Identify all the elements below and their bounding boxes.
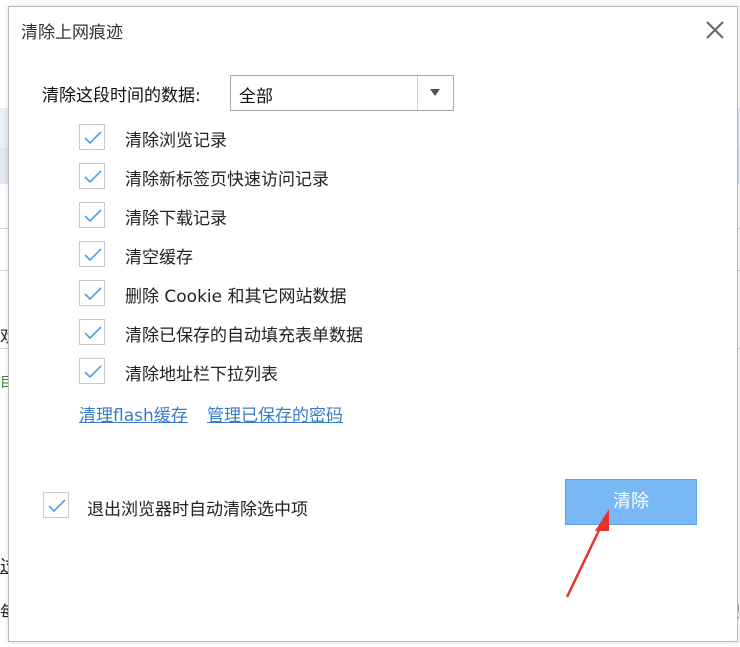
option-label: 清除新标签页快速访问记录 (125, 170, 329, 190)
option-label: 清空缓存 (125, 248, 193, 268)
clear-button[interactable]: 清除 (565, 479, 697, 525)
auto-clear-label: 退出浏览器时自动清除选中项 (87, 500, 308, 520)
time-range-value: 全部 (239, 87, 273, 107)
caret-down-icon (430, 89, 440, 96)
checkmark-icon (84, 131, 102, 145)
option-label: 清除地址栏下拉列表 (125, 365, 278, 385)
time-range-label: 清除这段时间的数据: (42, 86, 201, 106)
clear-browsing-data-dialog: 清除上网痕迹 清除这段时间的数据: 全部 清除浏览记录 清除新标签页快速访问记录 (8, 6, 738, 642)
close-icon (706, 21, 724, 39)
checkmark-icon (84, 365, 102, 379)
checkbox[interactable] (79, 163, 105, 189)
checkbox[interactable] (79, 319, 105, 345)
checkmark-icon (84, 170, 102, 184)
time-range-select[interactable]: 全部 (230, 75, 454, 111)
clear-flash-cache-link[interactable]: 清理flash缓存 (79, 401, 188, 426)
option-label: 清除浏览记录 (125, 131, 227, 151)
checkbox[interactable] (79, 241, 105, 267)
checkbox[interactable] (79, 124, 105, 150)
option-label: 删除 Cookie 和其它网站数据 (125, 287, 347, 307)
dialog-title: 清除上网痕迹 (21, 23, 123, 43)
close-button[interactable] (703, 18, 727, 42)
checkbox[interactable] (79, 358, 105, 384)
checkbox[interactable] (79, 280, 105, 306)
checkmark-icon (84, 287, 102, 301)
dialog-titlebar: 清除上网痕迹 (9, 7, 737, 53)
option-label: 清除已保存的自动填充表单数据 (125, 326, 363, 346)
checkbox[interactable] (43, 492, 69, 518)
checkmark-icon (84, 248, 102, 262)
checkmark-icon (84, 326, 102, 340)
manage-passwords-link[interactable]: 管理已保存的密码 (207, 401, 343, 426)
checkmark-icon (84, 209, 102, 223)
option-label: 清除下载记录 (125, 209, 227, 229)
checkbox[interactable] (79, 202, 105, 228)
dropdown-arrow[interactable] (417, 76, 453, 110)
checkmark-icon (48, 499, 66, 513)
